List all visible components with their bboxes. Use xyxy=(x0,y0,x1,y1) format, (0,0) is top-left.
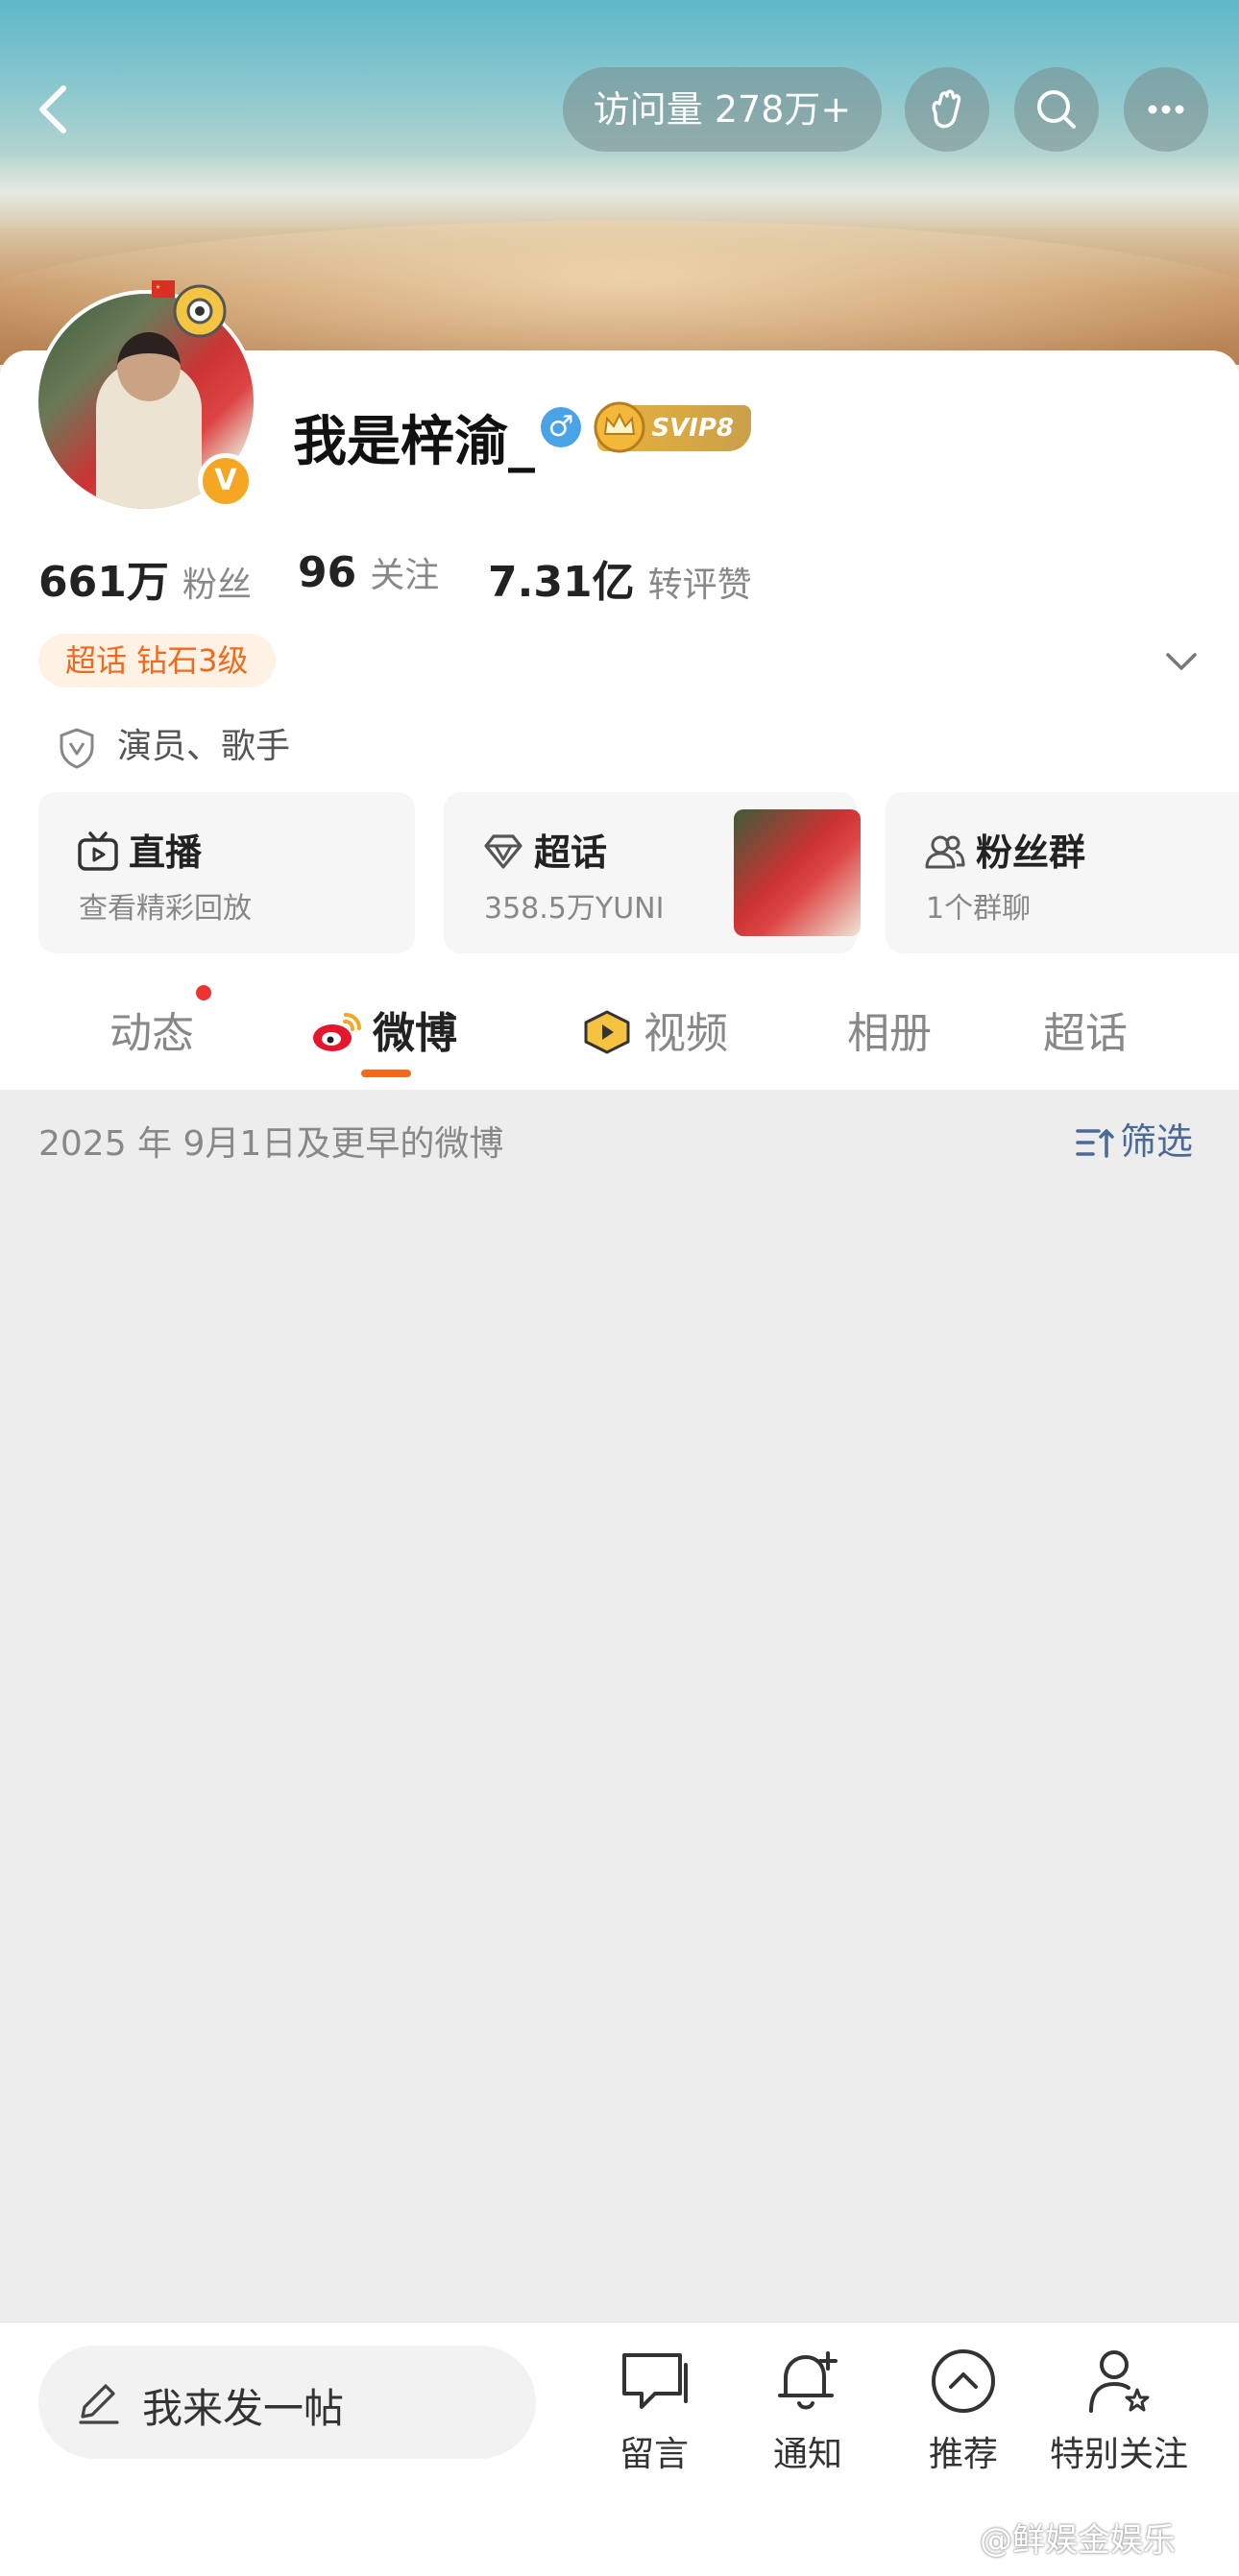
feature-title-text: 超话 xyxy=(534,831,608,874)
visits-count-button[interactable]: 访问量 278万+ xyxy=(563,67,882,152)
stat-following[interactable]: 96 关注 xyxy=(298,547,439,597)
watermark: @鲜娱金娱乐 xyxy=(980,2521,1176,2560)
feature-subtitle: 358.5万YUNI xyxy=(484,892,665,926)
supertopic-thumbnail xyxy=(734,809,861,936)
filter-label: 筛选 xyxy=(1120,1120,1194,1163)
chevron-left-icon xyxy=(39,85,66,133)
tv-icon xyxy=(78,831,118,871)
tab-weibo[interactable]: 微博 xyxy=(309,999,457,1060)
feature-title: 直播 xyxy=(77,823,202,876)
message-button[interactable]: 留言 xyxy=(582,2344,726,2476)
active-tab-indicator xyxy=(361,1070,411,1077)
stat-followers[interactable]: 661万 粉丝 xyxy=(38,547,252,609)
notify-button[interactable]: 通知 xyxy=(736,2344,880,2476)
stat-value: 96 xyxy=(298,548,357,597)
tab-video[interactable]: 视频 xyxy=(580,999,728,1060)
feature-subtitle: 查看精彩回放 xyxy=(79,892,252,926)
video-badge-icon xyxy=(584,1010,630,1054)
recommend-button[interactable]: 推荐 xyxy=(891,2344,1035,2476)
male-gender-icon: ♂ xyxy=(541,407,581,447)
stat-label: 转评赞 xyxy=(647,566,752,605)
user-star-icon xyxy=(1089,2350,1150,2413)
stat-label: 关注 xyxy=(370,556,440,595)
stat-value: 7.31亿 xyxy=(488,558,635,607)
avatar-decoration-icon xyxy=(152,280,227,338)
occupation-text: 演员、歌手 xyxy=(117,727,291,766)
occupation-row: 演员、歌手 xyxy=(58,718,290,769)
notification-dot xyxy=(196,985,211,1000)
feature-title-text: 粉丝群 xyxy=(976,831,1086,874)
diamond-icon xyxy=(484,834,522,869)
tab-label: 微博 xyxy=(373,1009,457,1058)
filter-icon xyxy=(1076,1129,1114,1158)
feature-card-supertopic[interactable]: 超话 358.5万YUNI xyxy=(444,792,861,953)
supertopic-level-tag[interactable]: 超话 钻石3级 xyxy=(38,634,276,687)
weibo-icon xyxy=(313,1013,361,1051)
profile-name: 我是梓渝_ xyxy=(293,411,535,473)
feature-title: 超话 xyxy=(482,823,607,876)
more-dots-icon xyxy=(1148,105,1184,114)
feature-title: 粉丝群 xyxy=(924,823,1085,876)
action-label: 通知 xyxy=(772,2435,842,2474)
back-button[interactable] xyxy=(27,81,85,138)
chevron-up-circle-icon xyxy=(932,2349,995,2413)
compose-post-input[interactable]: 我来发一帖 xyxy=(38,2346,536,2459)
pencil-icon xyxy=(79,2384,119,2424)
shield-icon xyxy=(60,728,94,769)
action-label: 特别关注 xyxy=(1049,2435,1188,2474)
top-bar: 访问量 278万+ xyxy=(0,67,1239,154)
action-label: 留言 xyxy=(619,2435,689,2474)
people-icon xyxy=(925,835,965,869)
chevron-down-icon[interactable] xyxy=(1162,645,1201,680)
crown-icon xyxy=(594,401,645,453)
tab-label: 视频 xyxy=(644,1009,728,1058)
verified-badge: V xyxy=(198,453,254,509)
stat-label: 粉丝 xyxy=(182,566,252,605)
feature-subtitle: 1个群聊 xyxy=(926,892,1032,926)
action-label: 推荐 xyxy=(928,2435,998,2474)
greeting-button[interactable] xyxy=(905,67,989,152)
tab-supertopic[interactable]: 超话 xyxy=(1043,999,1128,1060)
compose-placeholder: 我来发一帖 xyxy=(142,2385,345,2432)
banner-wave xyxy=(0,154,1239,230)
svip-label: SVIP8 xyxy=(651,414,734,443)
bell-plus-icon xyxy=(778,2351,838,2410)
wave-hand-icon xyxy=(932,89,961,129)
more-button[interactable] xyxy=(1124,67,1208,152)
profile-tabs: 动态 微博 视频 相册 超话 xyxy=(0,970,1239,1085)
tab-album[interactable]: 相册 xyxy=(847,999,932,1060)
search-button[interactable] xyxy=(1014,67,1099,152)
tab-dynamic[interactable]: 动态 xyxy=(109,999,194,1060)
stat-value: 661万 xyxy=(38,558,169,607)
search-icon xyxy=(1037,90,1076,129)
stat-reposts-likes[interactable]: 7.31亿 转评赞 xyxy=(488,547,752,609)
feature-card-fan-group[interactable]: 粉丝群 1个群聊 xyxy=(886,792,1239,953)
feature-card-live[interactable]: 直播 查看精彩回放 xyxy=(38,792,415,953)
filter-button[interactable]: 筛选 xyxy=(1074,1112,1193,1165)
svip-badge[interactable]: SVIP8 xyxy=(594,401,751,453)
feed-date-range: 2025 年 9月1日及更早的微博 xyxy=(38,1124,504,1164)
special-follow-button[interactable]: 特别关注 xyxy=(1047,2344,1191,2476)
feed-filter-row: 2025 年 9月1日及更早的微博 筛选 xyxy=(0,1085,1239,1200)
message-icon xyxy=(622,2353,688,2409)
feature-title-text: 直播 xyxy=(129,831,203,874)
